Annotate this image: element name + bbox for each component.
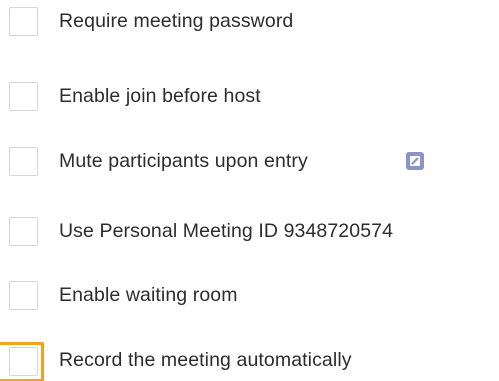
enable-join-before-host-checkbox[interactable] <box>9 82 38 111</box>
record-meeting-automatically-checkbox[interactable] <box>9 347 38 376</box>
option-label: Use Personal Meeting ID 9348720574 <box>59 220 394 242</box>
mute-participants-upon-entry-checkbox[interactable] <box>9 147 38 176</box>
option-label: Require meeting password <box>59 10 294 32</box>
option-label: Enable waiting room <box>59 284 238 306</box>
use-personal-meeting-id-checkbox[interactable] <box>9 217 38 246</box>
option-label: Mute participants upon entry <box>59 150 308 172</box>
enable-waiting-room-checkbox[interactable] <box>9 281 38 310</box>
info-icon[interactable] <box>406 152 424 170</box>
option-label: Record the meeting automatically <box>59 349 352 371</box>
require-meeting-password-checkbox[interactable] <box>9 7 38 36</box>
option-label: Enable join before host <box>59 85 261 107</box>
